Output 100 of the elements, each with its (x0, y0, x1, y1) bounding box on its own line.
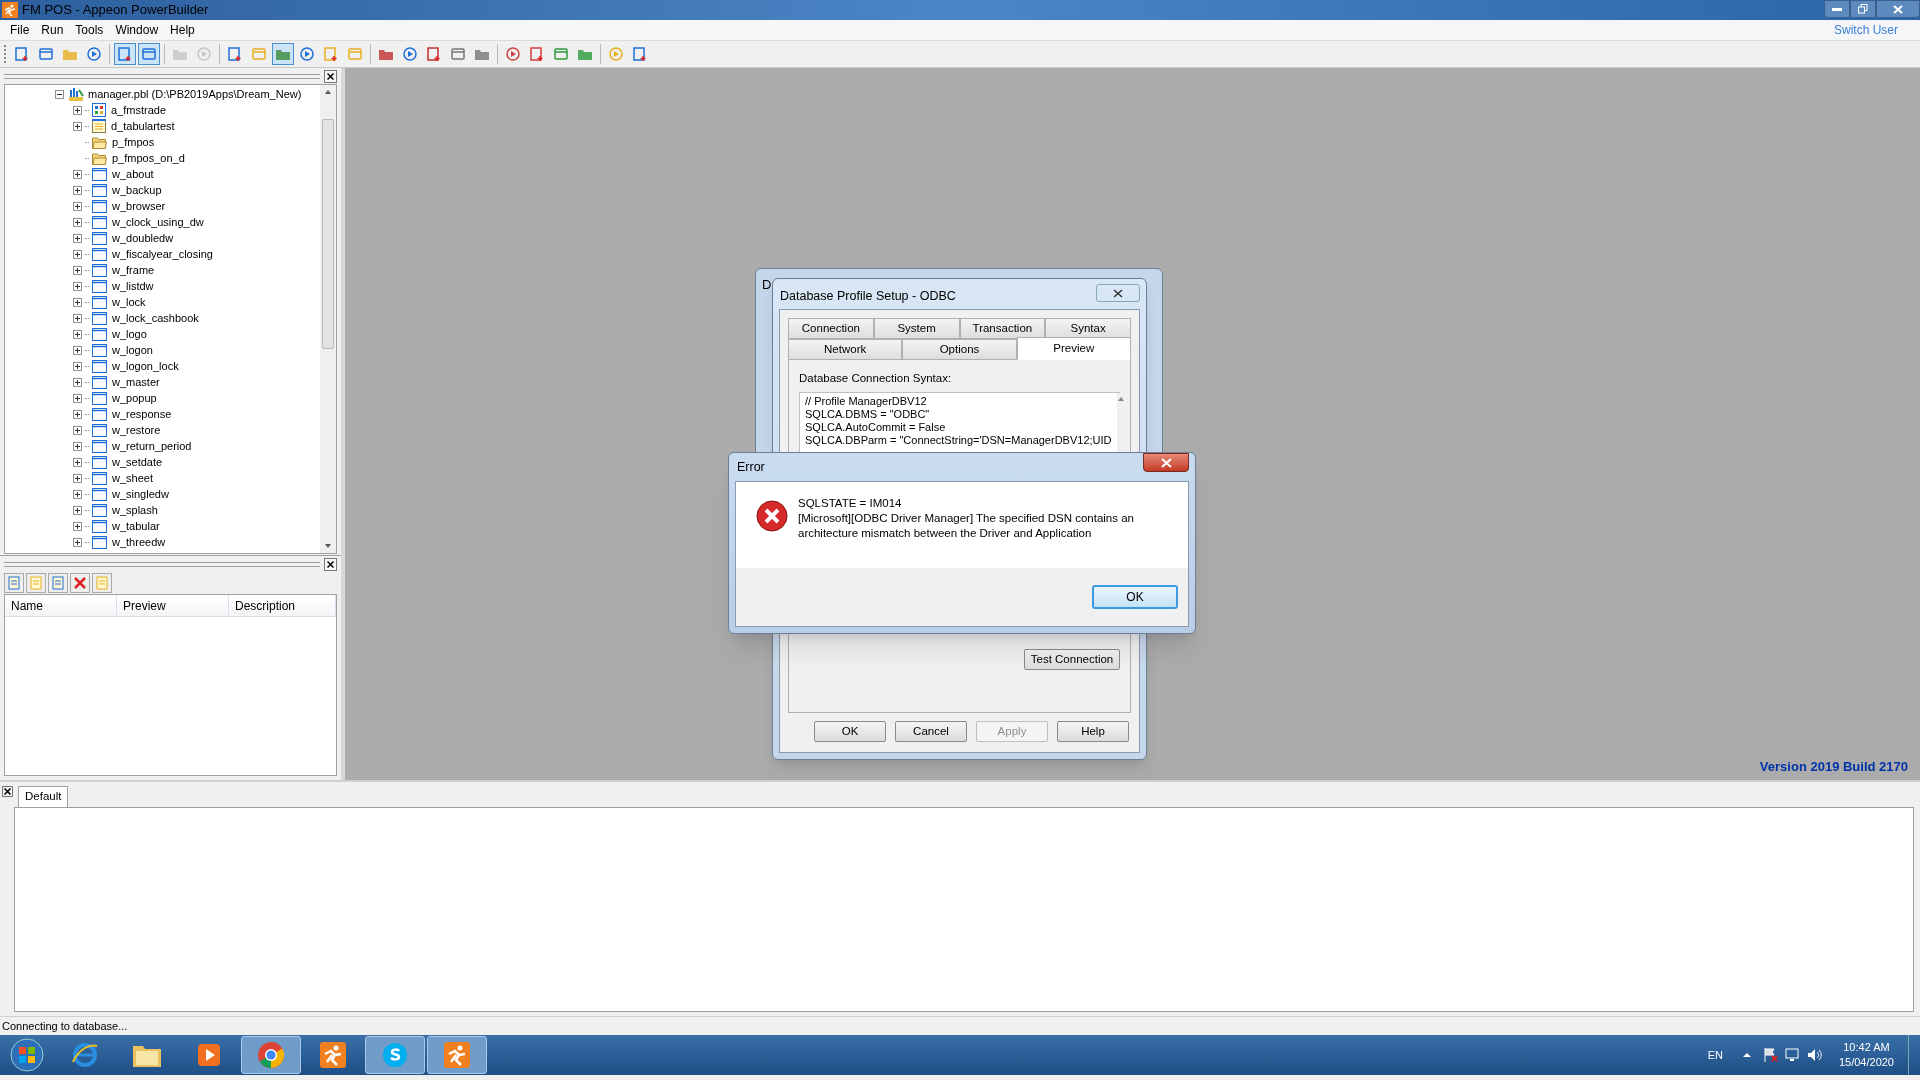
close-button[interactable] (324, 557, 337, 571)
tree-row[interactable]: w_return_period (55, 438, 320, 454)
menu-item[interactable]: Help (164, 21, 201, 39)
tree-item[interactable]: p_fmpos (112, 133, 155, 151)
tree-item[interactable]: w_singledw (112, 485, 169, 503)
tree-row[interactable]: a_fmstrade (55, 102, 320, 118)
tree-row[interactable]: w_response (55, 406, 320, 422)
clock-date[interactable]: 15/04/2020 (1838, 1055, 1894, 1070)
expand-icon[interactable] (73, 393, 82, 403)
expand-icon[interactable] (73, 345, 82, 355)
expand-icon[interactable] (73, 329, 82, 339)
tree-row[interactable]: w_browser (55, 198, 320, 214)
tree-item[interactable]: w_threedw (112, 533, 166, 551)
column-header[interactable]: Preview (117, 595, 229, 616)
expand-icon[interactable] (73, 281, 82, 291)
tree-row[interactable]: w_clock_using_dw (55, 214, 320, 230)
volume-icon[interactable] (1806, 1047, 1823, 1063)
tree-item[interactable]: a_fmstrade (111, 101, 167, 119)
tree-row[interactable]: d_tabulartest (55, 118, 320, 134)
tree-item[interactable]: w_browser (112, 197, 166, 215)
expand-icon[interactable] (73, 377, 82, 387)
expand-icon[interactable] (73, 105, 82, 115)
tree-item[interactable]: w_clock_using_dw (112, 213, 204, 231)
column-header[interactable]: Name (5, 595, 117, 616)
tab[interactable]: Transaction (959, 318, 1046, 339)
dialog-button[interactable]: Cancel (895, 721, 967, 742)
tab[interactable]: Connection (788, 318, 874, 339)
expand-icon[interactable] (73, 361, 82, 371)
tree-item[interactable]: w_logon (112, 341, 153, 359)
expand-icon[interactable] (73, 473, 82, 483)
tree-row[interactable]: w_logo (55, 326, 320, 342)
test-connection-button[interactable]: Test Connection (1024, 649, 1120, 670)
expand-icon[interactable] (73, 489, 82, 499)
tree-item[interactable]: p_fmpos_on_d (112, 149, 185, 167)
clock-time[interactable]: 10:42 AM (1843, 1040, 1890, 1055)
tree-row[interactable]: w_backup (55, 182, 320, 198)
collapse-icon[interactable] (55, 89, 64, 99)
show-hidden-icons[interactable] (1742, 1051, 1751, 1059)
tab[interactable]: Syntax (1045, 318, 1131, 339)
expand-icon[interactable] (73, 169, 82, 179)
ok-button[interactable]: OK (1092, 585, 1178, 609)
toolbar-button[interactable] (114, 43, 136, 65)
expand-icon[interactable] (73, 313, 82, 323)
tree-row[interactable]: w_frame (55, 262, 320, 278)
tree-item[interactable]: w_logon_lock (112, 357, 179, 375)
tree-item[interactable]: w_master (112, 373, 160, 391)
expand-icon[interactable] (73, 409, 82, 419)
language-indicator[interactable]: EN (1707, 1046, 1723, 1064)
tree-row[interactable]: w_logon (55, 342, 320, 358)
expand-icon[interactable] (73, 425, 82, 435)
tree-item[interactable]: w_listdw (112, 277, 154, 295)
expand-icon[interactable] (73, 217, 82, 227)
tree-item[interactable]: w_frame (112, 261, 155, 279)
tree-row[interactable]: w_logon_lock (55, 358, 320, 374)
expand-icon[interactable] (73, 249, 82, 259)
tab[interactable]: System (873, 318, 960, 339)
tree-row[interactable]: w_listdw (55, 278, 320, 294)
tree-row[interactable]: w_lock (55, 294, 320, 310)
close-button[interactable] (1, 786, 13, 797)
tree-row[interactable]: p_fmpos (55, 134, 320, 150)
tab[interactable]: Network (788, 339, 903, 360)
expand-icon[interactable] (73, 121, 82, 131)
toolbar-button[interactable] (272, 43, 294, 65)
tree-row[interactable]: w_setdate (55, 454, 320, 470)
tree-item[interactable]: w_tabular (112, 517, 160, 535)
tree-item[interactable]: d_tabulartest (111, 117, 175, 135)
expand-icon[interactable] (73, 505, 82, 515)
restore-button[interactable] (1850, 0, 1876, 18)
tree-item[interactable]: w_popup (112, 389, 157, 407)
expand-icon[interactable] (73, 297, 82, 307)
tree-item[interactable]: w_return_period (112, 437, 192, 455)
tree-item[interactable]: w_doubledw (112, 229, 174, 247)
close-button[interactable] (1876, 0, 1920, 18)
tree-row[interactable]: w_tabular (55, 518, 320, 534)
tree-row[interactable]: w_master (55, 374, 320, 390)
menu-item[interactable]: Run (35, 21, 70, 39)
expand-icon[interactable] (73, 185, 82, 195)
tree-item[interactable]: manager.pbl (D:\PB2019Apps\Dream_New) (88, 85, 302, 103)
flag-icon[interactable] (1762, 1047, 1779, 1063)
tree-item[interactable]: w_response (112, 405, 172, 423)
menu-item[interactable]: Tools (69, 21, 110, 39)
network-icon[interactable] (1784, 1047, 1801, 1063)
tree-root-row[interactable]: manager.pbl (D:\PB2019Apps\Dream_New) (55, 86, 320, 102)
tree-row[interactable]: w_doubledw (55, 230, 320, 246)
expand-icon[interactable] (73, 521, 82, 531)
tree-item[interactable]: w_lock_cashbook (112, 309, 199, 327)
switch-user-link[interactable]: Switch User (1834, 21, 1898, 39)
tree-item[interactable]: w_about (112, 165, 154, 183)
tree-item[interactable]: w_logo (112, 325, 147, 343)
tree-item[interactable]: w_lock (112, 293, 146, 311)
tree-row[interactable]: w_fiscalyear_closing (55, 246, 320, 262)
tree-row[interactable]: w_lock_cashbook (55, 310, 320, 326)
tree-row[interactable]: w_restore (55, 422, 320, 438)
tree-row[interactable]: w_sheet (55, 470, 320, 486)
expand-icon[interactable] (73, 441, 82, 451)
close-button[interactable] (1096, 284, 1140, 302)
tree-row[interactable]: w_threedw (55, 534, 320, 550)
close-button[interactable] (1143, 453, 1189, 472)
toolbar-button[interactable] (138, 43, 160, 65)
output-tab[interactable]: Default (18, 786, 69, 807)
